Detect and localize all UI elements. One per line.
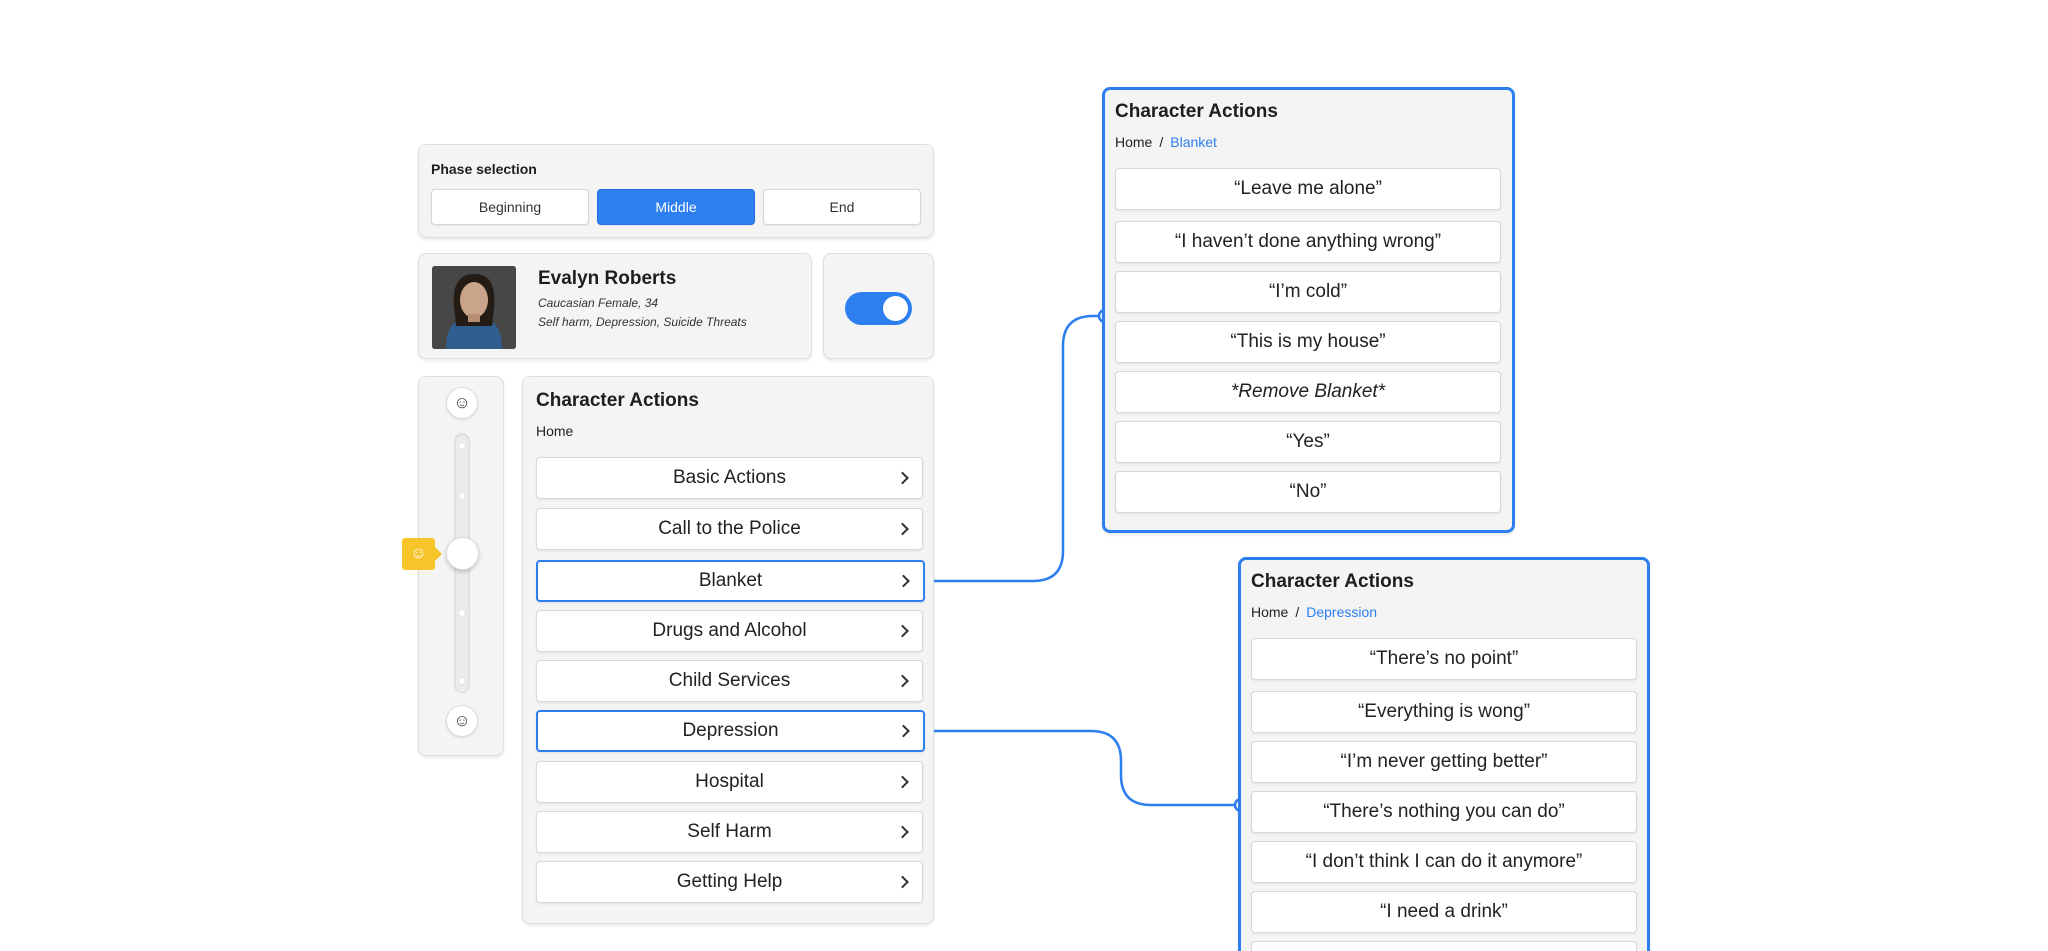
character-name: Evalyn Roberts — [538, 268, 677, 289]
response-item[interactable]: “There’s no point” — [1251, 638, 1637, 680]
chevron-right-icon — [896, 471, 909, 485]
response-label: “I don’t think I can do it anymore” — [1305, 851, 1583, 872]
chevron-right-icon — [896, 624, 909, 638]
response-label: “This is my house” — [1230, 331, 1386, 352]
phase-end-button[interactable]: End — [763, 189, 921, 225]
connector-depression — [924, 729, 1238, 807]
response-item[interactable]: “I need a drink” — [1251, 891, 1637, 933]
response-label: “I’m cold” — [1268, 281, 1348, 302]
action-child-services[interactable]: Child Services — [536, 660, 923, 702]
breadcrumb: Home — [536, 423, 573, 439]
response-label: “Yes” — [1286, 431, 1330, 452]
character-conditions: Self harm, Depression, Suicide Threats — [538, 315, 747, 329]
character-profile-card: Evalyn Roberts Caucasian Female, 34 Self… — [418, 253, 812, 359]
action-blanket[interactable]: Blanket — [536, 560, 925, 602]
response-item[interactable]: “This is my house” — [1115, 321, 1501, 363]
response-item[interactable]: “Yes” — [1115, 421, 1501, 463]
phase-beginning-button[interactable]: Beginning — [431, 189, 589, 225]
action-basic-actions[interactable]: Basic Actions — [536, 457, 923, 499]
phase-middle-button[interactable]: Middle — [597, 189, 755, 225]
phase-selection-title: Phase selection — [431, 161, 537, 177]
response-item[interactable]: “I’m cold” — [1115, 271, 1501, 313]
character-toggle-switch[interactable] — [845, 292, 912, 325]
action-label: Blanket — [698, 570, 763, 591]
response-label: “I need a drink” — [1380, 901, 1508, 922]
response-label: “Everything is wong” — [1357, 701, 1531, 722]
response-item[interactable]: “I haven’t done anything wrong” — [1115, 221, 1501, 263]
character-actions-panel: Character Actions Home Basic Actions Cal… — [522, 376, 934, 924]
action-getting-help[interactable]: Getting Help — [536, 861, 923, 903]
toggle-card — [823, 253, 934, 359]
action-depression[interactable]: Depression — [536, 710, 925, 752]
response-label: “I’m never getting better” — [1340, 751, 1548, 772]
smile-icon[interactable]: ☺ — [446, 705, 478, 737]
response-label: “No” — [1289, 481, 1327, 502]
slider-tick — [458, 677, 466, 685]
mood-slider-thumb[interactable] — [446, 537, 479, 570]
action-label: Getting Help — [676, 871, 783, 892]
chevron-right-icon — [896, 674, 909, 688]
depression-actions-panel: Character Actions Home / Depression “There… — [1238, 557, 1650, 951]
response-label: “There’s nothing you can do” — [1323, 801, 1565, 822]
response-label: “There’s no point” — [1369, 648, 1519, 669]
panel-title: Character Actions — [1251, 571, 1414, 592]
action-call-to-the-police[interactable]: Call to the Police — [536, 508, 923, 550]
breadcrumb-home[interactable]: Home — [1115, 134, 1152, 150]
action-label: Drugs and Alcohol — [652, 620, 807, 641]
slider-tick — [458, 442, 466, 450]
smile-icon[interactable]: ☺ — [446, 387, 478, 419]
action-label: Hospital — [695, 771, 764, 792]
response-item[interactable]: “There’s nothing you can do” — [1251, 791, 1637, 833]
slider-tick — [458, 492, 466, 500]
slider-tick — [458, 609, 466, 617]
action-drugs-and-alcohol[interactable]: Drugs and Alcohol — [536, 610, 923, 652]
avatar — [432, 266, 516, 349]
action-hospital[interactable]: Hospital — [536, 761, 923, 803]
connector-blanket — [924, 314, 1102, 583]
response-item[interactable]: “I don’t think I can do it anymore” — [1251, 841, 1637, 883]
toggle-knob — [883, 296, 908, 321]
response-label: “I haven’t done anything wrong” — [1174, 231, 1442, 252]
mood-level-badge-smile-icon: ☺ — [402, 538, 442, 570]
phase-selection-card: Phase selection Beginning Middle End — [418, 144, 934, 238]
action-label: Child Services — [668, 670, 791, 691]
response-item[interactable] — [1251, 941, 1637, 951]
action-self-harm[interactable]: Self Harm — [536, 811, 923, 853]
action-label: Basic Actions — [673, 467, 786, 488]
response-item-remove-blanket[interactable]: *Remove Blanket* — [1115, 371, 1501, 413]
action-label: Self Harm — [687, 821, 772, 842]
action-label: Call to the Police — [658, 518, 801, 539]
breadcrumb-separator: / — [1295, 604, 1300, 620]
chevron-right-icon — [896, 775, 909, 789]
response-item[interactable]: “Leave me alone” — [1115, 168, 1501, 210]
chevron-right-icon — [897, 724, 910, 738]
breadcrumb-home[interactable]: Home — [1251, 604, 1288, 620]
breadcrumb: Home / Blanket — [1115, 134, 1217, 150]
panel-title: Character Actions — [1115, 101, 1278, 122]
connector-lines — [916, 308, 1249, 813]
action-label: Depression — [682, 720, 779, 741]
chevron-right-icon — [896, 875, 909, 889]
breadcrumb-blanket[interactable]: Blanket — [1170, 134, 1217, 150]
breadcrumb: Home / Depression — [1251, 604, 1377, 620]
panel-title: Character Actions — [536, 390, 699, 411]
breadcrumb-separator: / — [1159, 134, 1164, 150]
chevron-right-icon — [896, 825, 909, 839]
response-item[interactable]: “I’m never getting better” — [1251, 741, 1637, 783]
chevron-right-icon — [897, 574, 910, 588]
response-label: “Leave me alone” — [1234, 178, 1382, 199]
response-item[interactable]: “No” — [1115, 471, 1501, 513]
character-demographic: Caucasian Female, 34 — [538, 296, 659, 310]
blanket-actions-panel: Character Actions Home / Blanket “Leave me… — [1102, 87, 1515, 533]
breadcrumb-depression[interactable]: Depression — [1306, 604, 1377, 620]
chevron-right-icon — [896, 522, 909, 536]
response-label: *Remove Blanket* — [1230, 381, 1386, 402]
response-item[interactable]: “Everything is wong” — [1251, 691, 1637, 733]
breadcrumb-home[interactable]: Home — [536, 423, 573, 439]
